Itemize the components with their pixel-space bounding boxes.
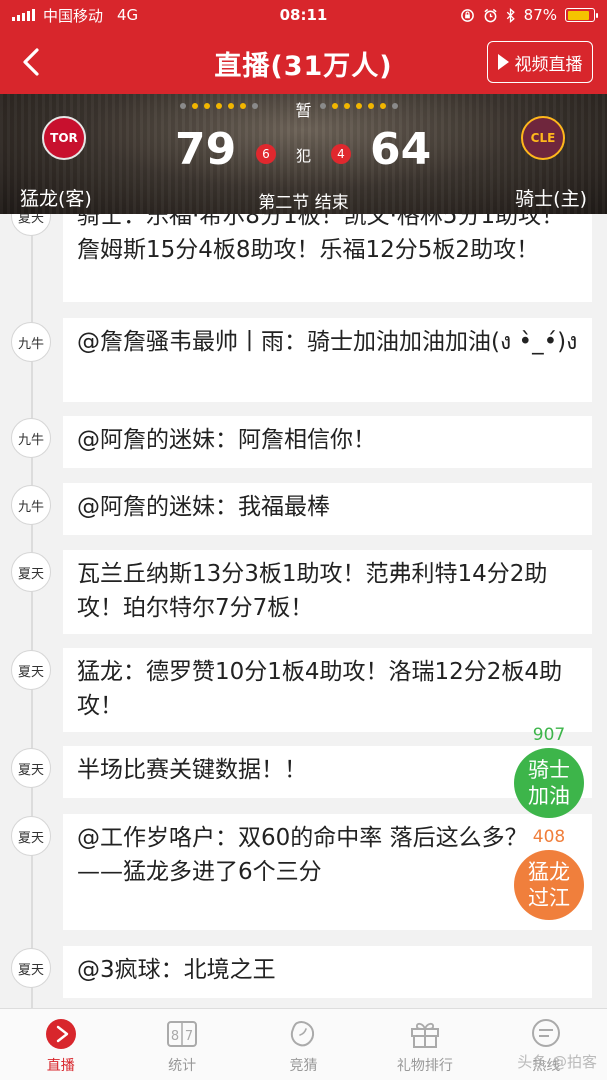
feed-message: @3疯球：北境之王 xyxy=(63,946,592,998)
away-support-count: 408 xyxy=(532,827,566,847)
home-score: 64 xyxy=(370,124,432,175)
feed-message: @阿詹的迷妹：阿詹相信你！ xyxy=(63,416,592,468)
feed-avatar[interactable]: 夏天 xyxy=(11,816,51,856)
network-type: 4G xyxy=(117,6,139,24)
bean-icon xyxy=(287,1017,321,1051)
timeout-dots-home xyxy=(320,103,398,109)
feed-avatar[interactable]: 九牛 xyxy=(11,322,51,362)
away-cheer-button[interactable]: 猛龙 过江 xyxy=(514,850,584,920)
feed-message: @阿詹的迷妹：我福最棒 xyxy=(63,483,592,535)
watermark: 头条 @拍客 xyxy=(517,1051,597,1072)
battery-icon xyxy=(565,8,598,22)
timeout-dot xyxy=(356,103,362,109)
home-support-count: 907 xyxy=(532,725,566,745)
battery-percent: 87% xyxy=(523,6,557,24)
feed-message: @工作岁咯户：双60的命中率 落后这么多？ ——猛龙多进了6个三分 xyxy=(63,814,592,930)
play-icon xyxy=(497,54,509,70)
bluetooth-icon xyxy=(506,7,515,23)
scoreboard-icon: 87 xyxy=(165,1017,199,1051)
feed-avatar[interactable]: 夏天 xyxy=(11,748,51,788)
chat-icon xyxy=(529,1017,563,1051)
home-team-name: 骑士(主) xyxy=(515,188,587,210)
tab-live[interactable]: 直播 xyxy=(0,1009,121,1080)
feed-message: 骑士：乐福·希尔8分1板！凯文·格林5分1助攻！詹姆斯15分4板8助攻！乐福12… xyxy=(63,214,592,302)
carrier-name: 中国移动 xyxy=(43,6,104,25)
tab-guess[interactable]: 竞猜 xyxy=(243,1009,364,1080)
feed-message: 瓦兰丘纳斯13分3板1助攻！范弗利特14分2助攻！珀尔特尔7分7板！ xyxy=(63,550,592,634)
video-live-button[interactable]: 视频直播 xyxy=(487,41,593,83)
tab-stats[interactable]: 87 统计 xyxy=(121,1009,242,1080)
feed-avatar[interactable]: 夏天 xyxy=(11,948,51,988)
feed-avatar[interactable]: 九牛 xyxy=(11,485,51,525)
watermark-text: 头条 @拍客 xyxy=(517,1053,597,1071)
gift-icon xyxy=(408,1017,442,1051)
timeout-dot xyxy=(320,103,326,109)
home-fouls-badge: 4 xyxy=(331,144,351,164)
feed-avatar[interactable]: 九牛 xyxy=(11,418,51,458)
tab-label: 礼物排行 xyxy=(396,1058,453,1074)
timeout-dot xyxy=(380,103,386,109)
play-circle-icon xyxy=(44,1017,78,1051)
feed-message: 猛龙：德罗赞10分1板4助攻！洛瑞12分2板4助攻！ xyxy=(63,648,592,732)
tab-label: 直播 xyxy=(46,1058,75,1074)
tab-label: 竞猜 xyxy=(289,1058,318,1074)
home-cheer-label: 骑士 加油 xyxy=(528,758,570,808)
feed-avatar[interactable]: 夏天 xyxy=(11,650,51,690)
feed-avatar[interactable]: 夏天 xyxy=(11,214,51,236)
game-status: 暂 xyxy=(295,101,312,120)
feed-message: @詹詹骚韦最帅丨雨：骑士加油加油加油(ง •̀_•́)ง xyxy=(63,318,592,402)
signal-icon xyxy=(12,9,35,21)
timeout-dot xyxy=(332,103,338,109)
fouls-label: 犯 xyxy=(295,147,311,165)
video-live-label: 视频直播 xyxy=(514,54,583,75)
home-cheer-button[interactable]: 骑士 加油 xyxy=(514,748,584,818)
rotation-lock-icon xyxy=(460,8,474,22)
nav-bar: 直播(31万人) 视频直播 xyxy=(0,30,607,94)
scoreboard: 暂 TOR CLE 79 6 犯 4 64 猛龙(客) 第二节 结束 骑士(主) xyxy=(0,94,607,214)
feed-avatar[interactable]: 夏天 xyxy=(11,552,51,592)
tab-gift-rank[interactable]: 礼物排行 xyxy=(364,1009,485,1080)
alarm-icon xyxy=(484,8,497,22)
status-bar: 中国移动 4G 08:11 87% xyxy=(0,0,607,30)
bottom-tab-bar: 直播 87 统计 竞猜 礼物排行 热线 头条 @拍客 xyxy=(0,1008,607,1080)
away-cheer-label: 猛龙 过江 xyxy=(528,860,570,910)
timeout-dot xyxy=(368,103,374,109)
svg-text:7: 7 xyxy=(185,1029,193,1044)
svg-text:8: 8 xyxy=(171,1029,179,1044)
feed-message: 半场比赛关键数据！！ xyxy=(63,746,592,798)
timeout-dot xyxy=(344,103,350,109)
tab-label: 统计 xyxy=(168,1058,197,1074)
timeout-dot xyxy=(392,103,398,109)
